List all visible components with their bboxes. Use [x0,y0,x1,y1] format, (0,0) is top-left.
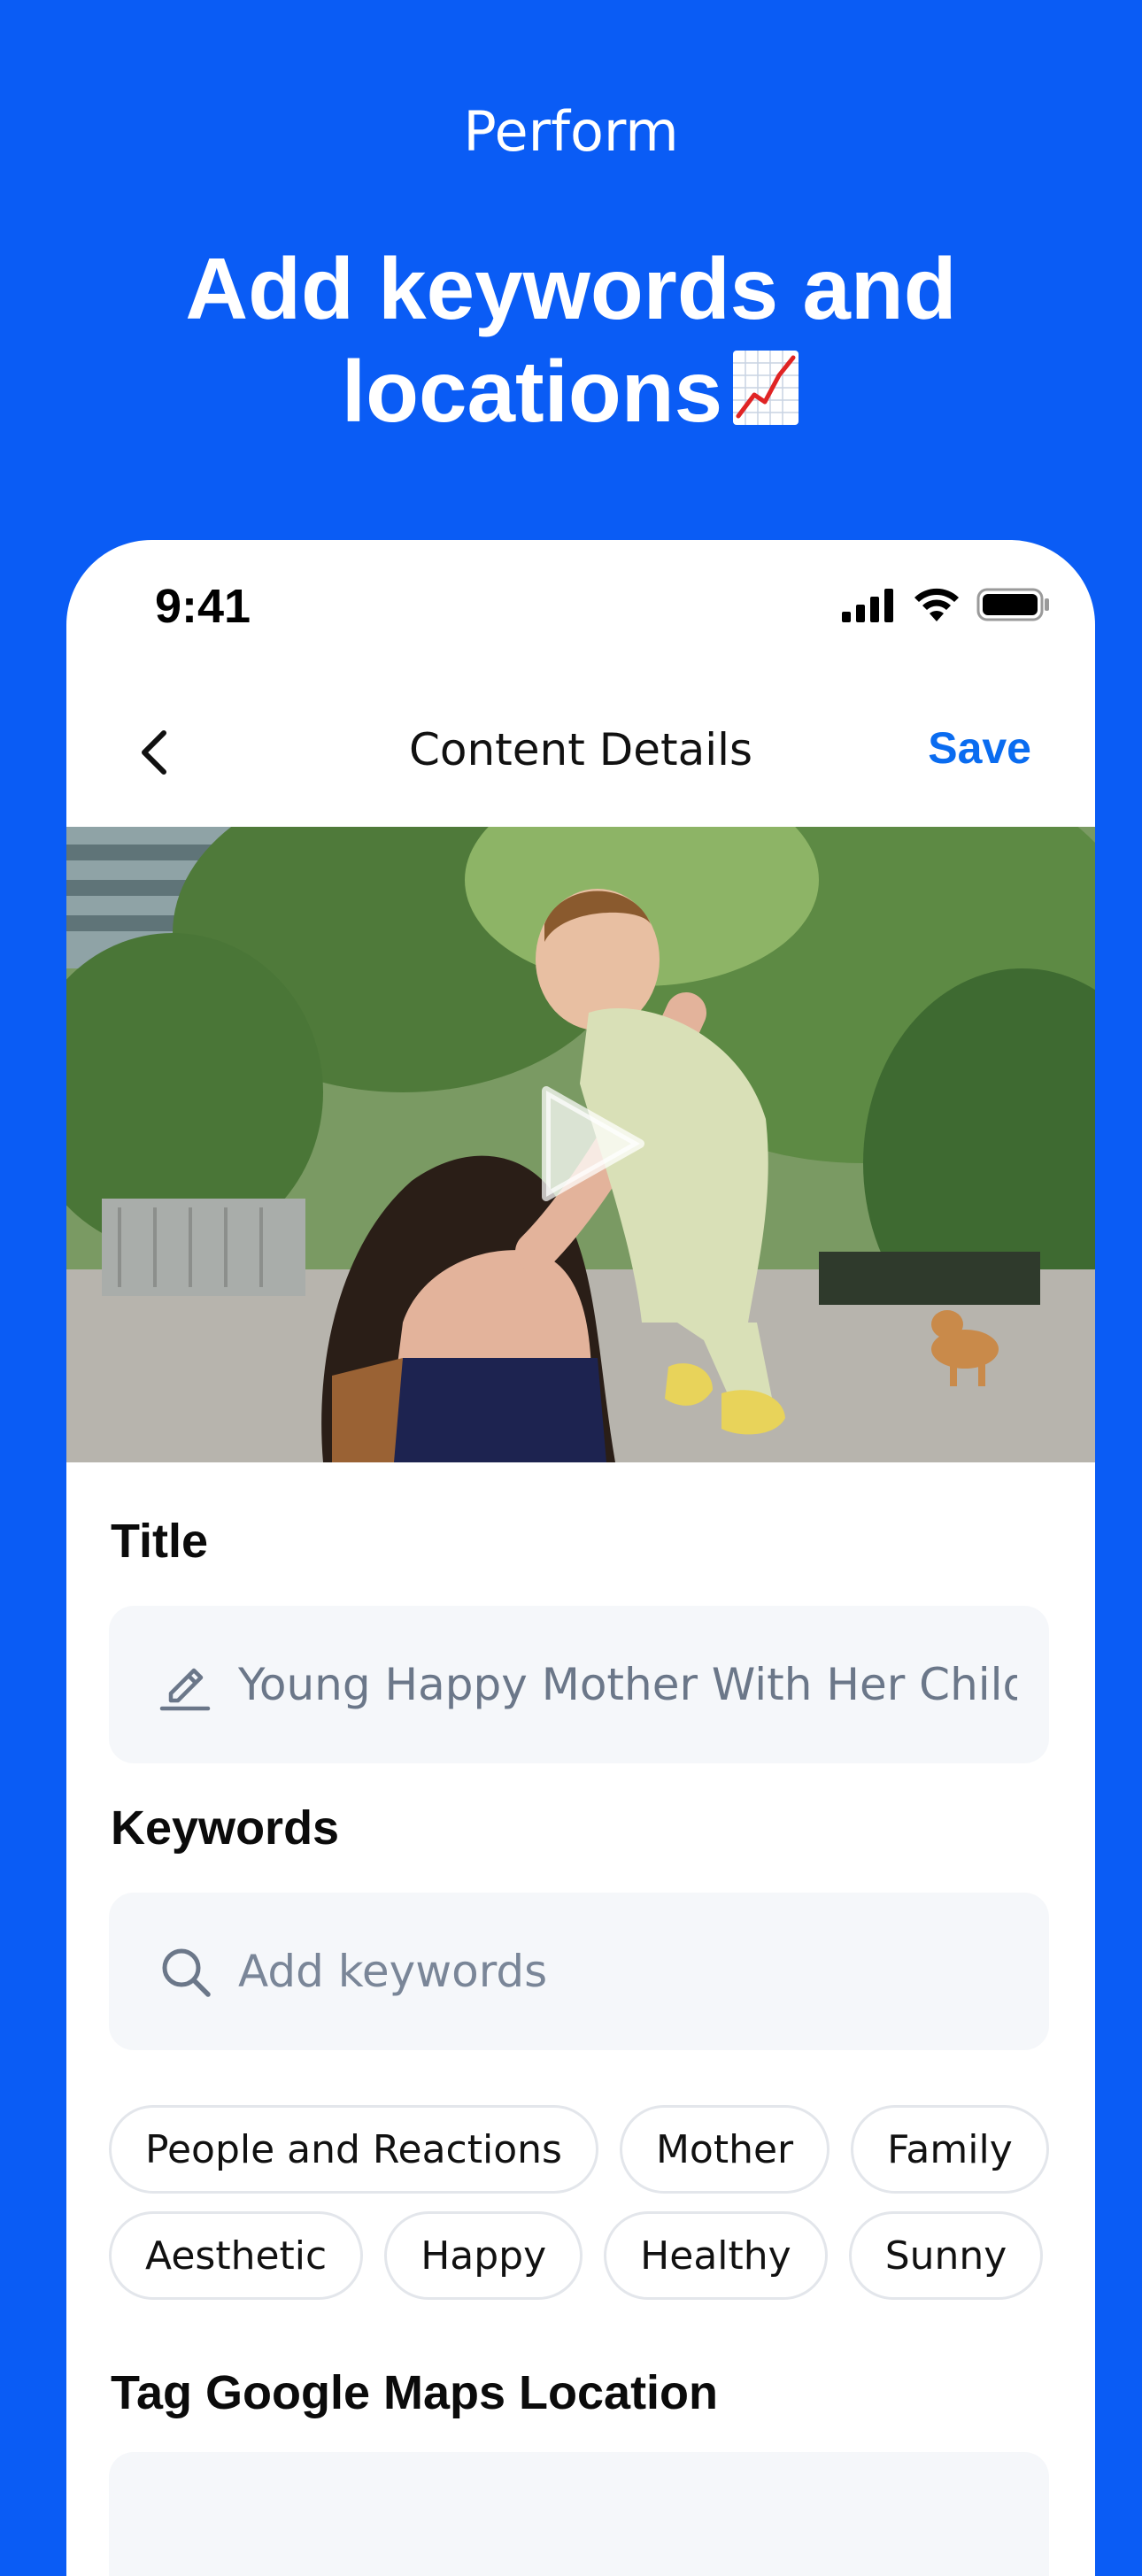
location-label: Tag Google Maps Location [111,2366,719,2419]
pencil-icon [158,1658,212,1711]
keyword-chip-mother[interactable]: Mother [619,2105,830,2194]
keywords-field[interactable] [109,1893,1049,2050]
phone-frame: 9:41 Content Details Save Title Young Ha… [66,540,1095,2576]
title-label: Title [111,1515,209,1568]
video-thumbnail[interactable] [66,827,1095,1462]
cellular-signal-icon [842,589,893,622]
play-icon[interactable] [527,1082,651,1206]
wifi-icon [914,588,959,621]
save-button[interactable]: Save [928,722,1031,774]
keyword-chips: People and Reactions Mother Family Aesth… [109,2105,1065,2318]
chip-row: Aesthetic Happy Healthy Sunny [109,2211,1065,2300]
keyword-chip-people-and-reactions[interactable]: People and Reactions [109,2105,598,2194]
eyebrow-text: Perform [463,99,679,164]
keyword-chip-sunny[interactable]: Sunny [848,2211,1044,2300]
keyword-chip-happy[interactable]: Happy [384,2211,583,2300]
chart-increasing-icon [733,351,799,425]
status-time: 9:41 [155,580,251,633]
status-bar: 9:41 [66,540,1095,673]
search-icon [158,1945,212,1998]
keyword-chip-healthy[interactable]: Healthy [604,2211,828,2300]
keywords-input[interactable] [238,1946,1017,1997]
title-input[interactable] [238,1659,1017,1710]
status-icons [840,586,1051,623]
nav-bar: Content Details Save [66,673,1095,836]
chip-row: People and Reactions Mother Family [109,2105,1065,2194]
headline-text: Add keywords and locations [185,240,957,440]
keywords-label: Keywords [111,1801,340,1855]
battery-icon [976,588,1049,621]
location-field[interactable] [109,2452,1049,2576]
title-field[interactable] [109,1606,1049,1763]
headline: Add keywords and locations [0,237,1142,443]
keyword-chip-aesthetic[interactable]: Aesthetic [109,2211,364,2300]
keyword-chip-family[interactable]: Family [851,2105,1049,2194]
